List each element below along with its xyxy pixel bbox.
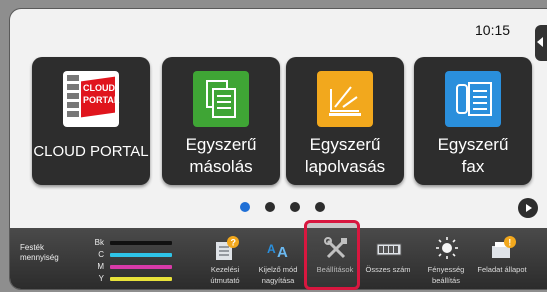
taskbar-label: Összes szám [365,265,411,274]
tile-label: Egyszerű fax [437,135,509,176]
page-dot[interactable] [290,202,300,212]
tile-cloud-portal[interactable]: CLOUD PORTAL CLOUD PORTAL [32,57,150,185]
cloud-portal-logo-text-1: CLOUD [83,83,115,93]
manual-icon: ? [213,236,239,262]
tile-label: Egyszerű lapolvasás [304,135,386,176]
cloud-portal-icon: CLOUD PORTAL [63,71,119,127]
touch-panel-screen: 10:15 CLOUD PORTAL CLOUD PORTAL Egyszerű… [9,8,547,290]
taskbar-label: Feladat állapot [477,265,527,274]
toner-row-bk: Bk [84,238,174,248]
side-panel-tab[interactable] [535,25,547,61]
toner-bar-m [110,265,172,269]
counter-icon [376,236,402,262]
toner-row-y: Y [84,274,174,284]
brightness-button[interactable]: Fényesség beállítás [418,228,474,289]
job-status-icon: ! [490,236,516,262]
page-dot[interactable] [265,202,275,212]
svg-text:A: A [277,244,288,261]
toner-label: M [97,262,104,271]
toner-bar-y [110,277,172,281]
tile-label: Egyszerű másolás [185,135,257,176]
settings-highlight-frame [304,220,360,290]
arrow-left-icon [537,37,543,47]
job-status-button[interactable]: ! Feladat állapot [474,228,530,289]
svg-text:A: A [267,242,276,256]
toner-label: Y [98,274,104,283]
page-dot[interactable] [240,202,250,212]
tile-label: CLOUD PORTAL [33,143,149,160]
tile-easy-copy[interactable]: Egyszerű másolás [162,57,280,185]
tile-easy-fax[interactable]: Egyszerű fax [414,57,532,185]
zoom-text-icon: A A [266,236,292,262]
taskbar-label: Kezelési útmutató [210,265,240,285]
toner-row-m: M [84,262,174,272]
toner-level-widget: Festék mennyiség Bk C M Y [16,228,176,289]
fax-icon [445,71,501,127]
clock: 10:15 [475,22,511,38]
taskbar-label: Fényesség beállítás [427,265,465,285]
page-indicator [240,202,325,212]
toner-bar-bk [110,241,172,245]
toner-label: C [98,250,104,259]
toner-label: Bk [94,238,104,247]
toner-row-c: C [84,250,174,260]
operation-manual-button[interactable]: ? Kezelési útmutató [197,228,253,289]
total-count-button[interactable]: Összes szám [360,228,416,289]
page-dot[interactable] [315,202,325,212]
next-page-button[interactable] [518,198,538,218]
taskbar: Festék mennyiség Bk C M Y ? Kezelési útm… [10,228,547,289]
display-zoom-button[interactable]: A A Kijelző mód nagyítása [250,228,306,289]
toner-bar-c [110,253,172,257]
taskbar-label: Kijelző mód nagyítása [258,265,298,285]
cloud-portal-logo-text-2: PORTAL [83,95,120,105]
svg-text:!: ! [508,238,511,248]
brightness-icon [434,236,460,262]
scan-icon [317,71,373,127]
copy-icon [193,71,249,127]
tile-easy-scan[interactable]: Egyszerű lapolvasás [286,57,404,185]
svg-text:?: ? [231,238,237,248]
toner-title: Festék mennyiség [20,243,59,262]
